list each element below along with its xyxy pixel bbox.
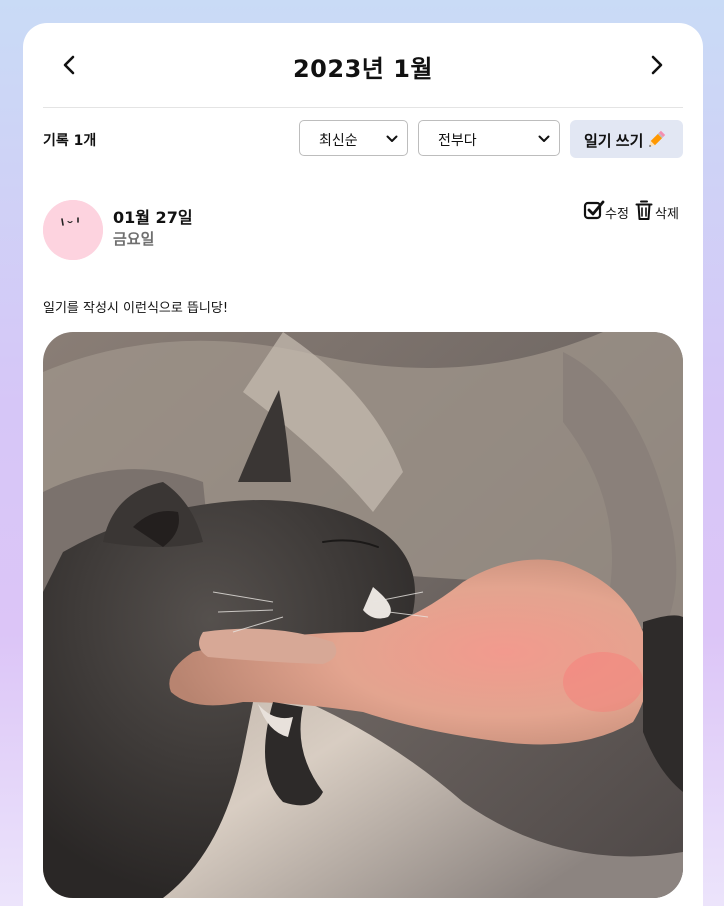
- sort-select-value: 최신순: [319, 133, 358, 149]
- trash-icon: [635, 200, 653, 220]
- filter-select-value: 전부다: [438, 133, 477, 149]
- avatar: [43, 200, 103, 260]
- month-header: 2023년 1월: [43, 23, 683, 108]
- toolbar: 기록 1개 최신순 전부다 일기 쓰기: [43, 120, 683, 158]
- entry-date: 01월 27일: [113, 208, 193, 227]
- chevron-down-icon: [538, 135, 550, 142]
- write-diary-button[interactable]: 일기 쓰기: [570, 120, 683, 158]
- smiley-face-icon: [43, 200, 103, 260]
- delete-label: 삭제: [655, 206, 679, 221]
- write-diary-label: 일기 쓰기: [584, 133, 644, 150]
- entry-photo: [43, 332, 683, 898]
- cat-photo-illustration: [43, 332, 683, 898]
- month-title: 2023년 1월: [292, 55, 433, 83]
- sort-select[interactable]: 최신순: [299, 120, 408, 156]
- edit-button[interactable]: 수정: [583, 199, 629, 223]
- entry-weekday: 금요일: [113, 230, 155, 248]
- next-month-button[interactable]: [637, 47, 677, 83]
- diary-card: 2023년 1월 기록 1개 최신순 전부다 일기 쓰기 01월 27일 금요일…: [23, 23, 703, 906]
- pencil-icon: [649, 130, 666, 147]
- filter-select[interactable]: 전부다: [418, 120, 560, 156]
- chevron-right-icon: [651, 55, 663, 75]
- delete-button[interactable]: 삭제: [635, 199, 683, 223]
- chevron-down-icon: [386, 135, 398, 142]
- edit-label: 수정: [605, 206, 629, 221]
- entry-count-label: 기록 1개: [43, 133, 97, 149]
- entry-text: 일기를 작성시 이런식으로 뜹니당!: [43, 301, 229, 316]
- check-square-icon: [583, 200, 605, 220]
